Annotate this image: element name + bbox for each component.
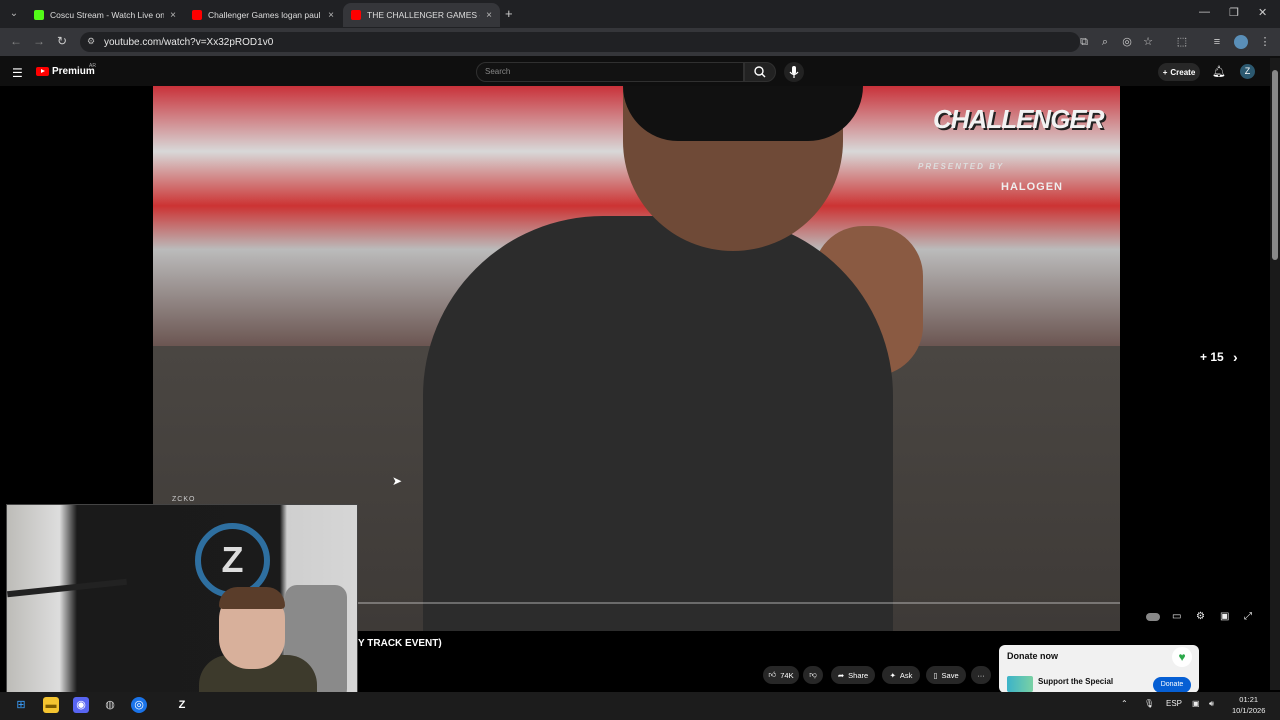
zoom-icon[interactable]: ⌕ <box>1098 35 1112 49</box>
play-triangle-icon <box>41 69 45 73</box>
thumbs-up-icon: 👍︎ <box>768 670 777 679</box>
tab-coscu-stream[interactable]: Coscu Stream - Watch Live on × <box>26 3 184 27</box>
captions-icon[interactable]: ▭ <box>1172 611 1181 622</box>
minimize-icon[interactable]: — <box>1199 6 1210 18</box>
search-placeholder: Search <box>485 67 511 76</box>
tab-challenger-games-video[interactable]: THE CHALLENGER GAMES - PR × <box>343 3 500 27</box>
bookmark-icon: ▯ <box>933 670 938 680</box>
z-app-icon[interactable]: Z <box>174 697 190 713</box>
kick-favicon-icon <box>34 10 44 20</box>
search-input[interactable] <box>476 62 744 82</box>
charity-thumbnail <box>1007 676 1033 692</box>
donate-button[interactable]: Donate <box>1153 677 1191 693</box>
url-text[interactable]: youtube.com/watch?v=Xx32pROD1v0 <box>104 37 273 48</box>
miniplayer-icon[interactable]: ▣ <box>1220 611 1229 622</box>
eye-slash-icon[interactable]: ◎ <box>1120 35 1134 49</box>
scrollbar-thumb[interactable] <box>1272 70 1278 260</box>
file-explorer-icon[interactable]: ▬ <box>43 697 59 713</box>
streamer-hair <box>219 587 285 609</box>
like-button[interactable]: 👍︎ 74K <box>763 666 799 684</box>
webcam-label: ZCKO <box>172 496 196 503</box>
donate-title: Donate now <box>1007 651 1058 661</box>
chrome-icon[interactable]: ◎ <box>131 697 147 713</box>
sparkle-icon: ✦ <box>889 670 896 680</box>
new-tab-button[interactable]: + <box>505 6 513 21</box>
search-icon <box>754 66 766 78</box>
tray-mic-icon[interactable]: 🎙︎ <box>1144 699 1154 708</box>
skip-forward-label[interactable]: + 15 <box>1200 350 1224 364</box>
profile-icon[interactable] <box>1234 35 1248 49</box>
volume-icon[interactable]: 🔊︎ <box>1209 699 1214 709</box>
tray-overflow-icon[interactable]: ⌃ <box>1121 699 1128 708</box>
close-tab-icon[interactable]: × <box>170 10 176 21</box>
search-button[interactable] <box>744 62 776 82</box>
youtube-favicon-icon <box>192 10 202 20</box>
close-tab-icon[interactable]: × <box>486 10 492 21</box>
share-arrow-icon: ➦ <box>837 670 845 680</box>
site-info-icon[interactable]: ⚙ <box>87 36 95 47</box>
tab-challenger-games-search[interactable]: Challenger Games logan paul × <box>184 3 342 27</box>
webcam-overlay: Z <box>6 504 358 700</box>
thumbs-down-icon: 👎︎ <box>809 670 817 679</box>
network-icon[interactable]: ▣ <box>1192 699 1200 708</box>
extensions-icon[interactable]: ⬚ <box>1175 35 1189 49</box>
maximize-icon[interactable]: ❐ <box>1229 6 1239 19</box>
video-person-foreground <box>423 216 893 631</box>
forward-icon[interactable]: → <box>33 34 45 48</box>
region-code: AR <box>89 63 96 69</box>
video-title: Y TRACK EVENT) <box>358 638 442 649</box>
microphone-arm <box>7 578 127 598</box>
challenger-logo: CHALLENGER <box>933 104 1105 134</box>
close-tab-icon[interactable]: × <box>328 10 334 21</box>
windows-start-icon[interactable]: ⊞ <box>13 697 29 713</box>
mouse-cursor-icon: ➤ <box>392 474 403 488</box>
install-app-icon[interactable]: ⧉ <box>1077 35 1091 49</box>
halogen-logo: HALOGEN <box>1001 181 1063 193</box>
microphone-icon <box>789 66 799 78</box>
date-text: 10/1/2026 <box>1232 706 1266 715</box>
chevron-right-icon[interactable]: › <box>1233 349 1238 365</box>
reload-icon[interactable]: ↻ <box>57 34 67 48</box>
windows-taskbar <box>0 692 1280 720</box>
back-icon[interactable]: ← <box>10 34 22 48</box>
hamburger-menu-icon[interactable]: ☰ <box>12 66 23 80</box>
autoplay-toggle[interactable] <box>1146 613 1160 621</box>
browser-menu-icon[interactable]: ⋮ <box>1258 35 1272 49</box>
close-window-icon[interactable]: ✕ <box>1258 6 1267 19</box>
voice-search-button[interactable] <box>784 62 804 82</box>
discord-icon[interactable]: ◉ <box>73 697 89 713</box>
ask-button[interactable]: ✦ Ask <box>882 666 920 684</box>
language-indicator[interactable]: ESP <box>1166 699 1182 708</box>
more-actions-button[interactable]: ··· <box>971 666 991 684</box>
app-icon[interactable]: ◍ <box>102 697 118 713</box>
time-text: 01:21 <box>1239 695 1259 704</box>
heart-icon: ♥ <box>1172 647 1192 667</box>
taskbar-clock[interactable]: 01:21 10/1/2026 <box>1232 694 1265 716</box>
notifications-bell-icon[interactable]: 🔔︎ <box>1212 65 1226 78</box>
avatar[interactable]: Z <box>1240 64 1255 79</box>
media-control-icon[interactable]: ≡ <box>1210 35 1224 49</box>
fullscreen-icon[interactable]: ⤢ <box>1244 611 1252 622</box>
dislike-button[interactable]: 👎︎ <box>803 666 823 684</box>
video-person-cap <box>623 86 863 141</box>
save-button[interactable]: ▯ Save <box>926 666 966 684</box>
presented-by-text: PRESENTED BY <box>918 162 1005 171</box>
plus-icon: + <box>1162 67 1168 77</box>
youtube-favicon-icon <box>351 10 361 20</box>
settings-gear-icon[interactable]: ⚙ <box>1196 611 1205 622</box>
tab-search-icon[interactable]: ⌄ <box>6 6 22 22</box>
share-button[interactable]: ➦ Share <box>831 666 875 684</box>
donate-subtitle: Support the Special <box>1038 677 1114 686</box>
create-button[interactable]: + Create <box>1158 63 1200 81</box>
bookmark-star-icon[interactable]: ☆ <box>1141 35 1155 49</box>
